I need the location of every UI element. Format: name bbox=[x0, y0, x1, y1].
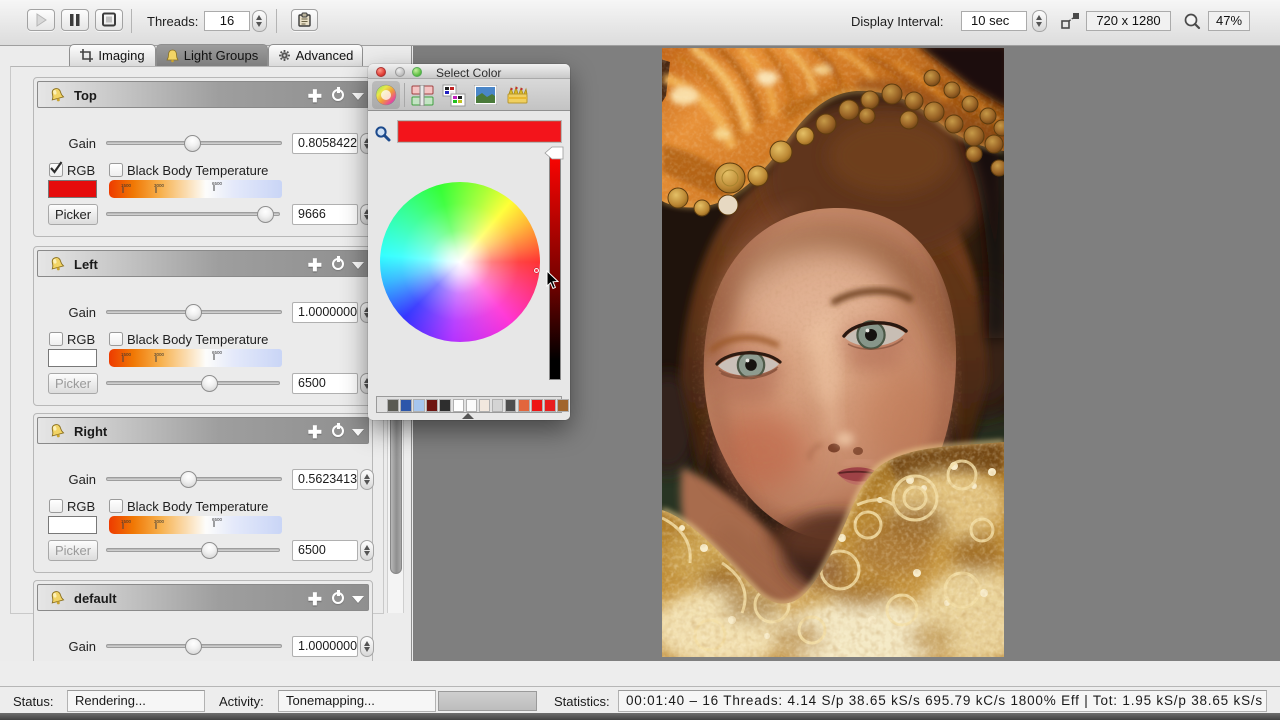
svg-text:1500: 1500 bbox=[121, 519, 132, 524]
svg-text:1500: 1500 bbox=[121, 352, 132, 357]
svg-text:3000: 3000 bbox=[154, 519, 165, 524]
svg-text:3000: 3000 bbox=[154, 352, 165, 357]
svg-text:1500: 1500 bbox=[121, 183, 132, 188]
svg-text:3000: 3000 bbox=[154, 183, 165, 188]
svg-text:6500: 6500 bbox=[212, 517, 223, 522]
svg-text:6500: 6500 bbox=[212, 181, 223, 186]
svg-text:6500: 6500 bbox=[212, 350, 223, 355]
